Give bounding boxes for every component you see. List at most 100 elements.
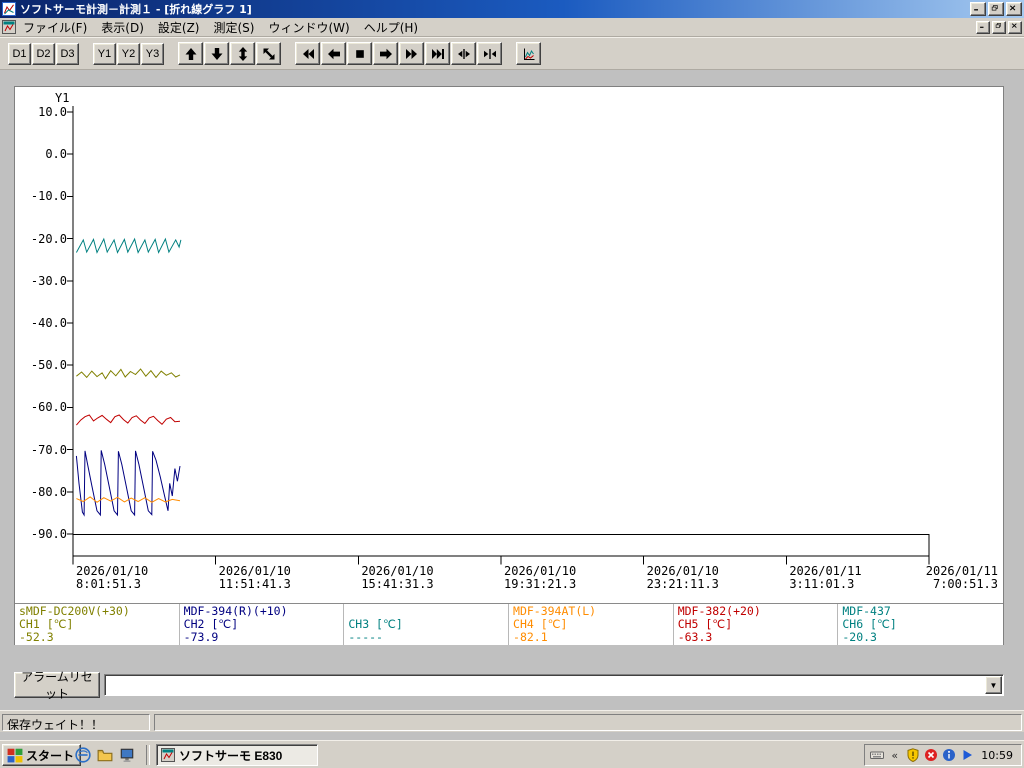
- restore-button[interactable]: [988, 2, 1004, 16]
- toolbar-d1-button[interactable]: D1: [8, 42, 31, 65]
- legend-channel-value: -----: [348, 630, 383, 644]
- alarm-reset-button[interactable]: アラームリセット: [14, 670, 100, 701]
- combo-dropdown-button[interactable]: ▼: [985, 676, 1002, 694]
- step-forward-icon: [379, 48, 392, 59]
- toolbar-step-forward-button[interactable]: [373, 42, 398, 65]
- x-tick-time: 11:51:41.3: [218, 577, 291, 591]
- rewind-icon: [302, 48, 314, 59]
- toolbar-y1-button[interactable]: Y1: [93, 42, 116, 65]
- time-range-bar[interactable]: [72, 534, 930, 557]
- legend-cell-ch2[interactable]: MDF-394(R)(+10) CH2 [℃] -73.9: [180, 604, 345, 645]
- toolbar-rewind-button[interactable]: [295, 42, 320, 65]
- start-button-label: スタート: [26, 748, 75, 763]
- start-button[interactable]: スタート: [2, 744, 82, 766]
- legend-channel-value: -82.1: [513, 630, 548, 644]
- toolbar-line-graph-button[interactable]: [516, 42, 541, 65]
- toolbar-arrow-updown-button[interactable]: [230, 42, 255, 65]
- y-tick-label: -90.0: [30, 527, 67, 541]
- toolbar-d3-button[interactable]: D3: [56, 42, 79, 65]
- legend-cell-ch5[interactable]: MDF-382(+20) CH5 [℃] -63.3: [674, 604, 839, 645]
- quicklaunch-monitor-button[interactable]: [118, 746, 136, 764]
- restore-icon: [995, 23, 1001, 28]
- tray-clock: 10:59: [981, 748, 1013, 762]
- toolbar: D1 D2 D3 Y1 Y2 Y3: [0, 37, 1024, 70]
- close-icon: [1009, 4, 1016, 11]
- toolbar-group-1: Y1 Y2 Y3: [93, 42, 165, 65]
- step-back-icon: [327, 48, 340, 59]
- expand-h-icon: [457, 48, 470, 59]
- y-tick-label: -30.0: [30, 273, 67, 288]
- minimize-button[interactable]: [970, 2, 986, 16]
- menu-file[interactable]: ファイル(F): [16, 18, 94, 37]
- y-tick-label: -80.0: [30, 484, 67, 499]
- legend-cell-ch1[interactable]: sMDF-DC200V(+30) CH1 [℃] -52.3: [15, 604, 180, 645]
- y-tick-label: 10.0: [38, 105, 67, 119]
- channel-legend: sMDF-DC200V(+30) CH1 [℃] -52.3 MDF-394(R)(+…: [15, 603, 1003, 645]
- toolbar-group-2: [178, 42, 282, 65]
- toolbar-arrow-diagonal-button[interactable]: [256, 42, 281, 65]
- menu-measure[interactable]: 測定(S): [206, 18, 261, 37]
- toolbar-stop-button[interactable]: [347, 42, 372, 65]
- series-ch5: [76, 414, 181, 426]
- flag-icon: [7, 748, 23, 763]
- legend-channel-value: -20.3: [842, 630, 877, 644]
- y-tick-label: -40.0: [30, 316, 67, 330]
- task-button-active[interactable]: ソフトサーモ E830: [156, 744, 318, 766]
- app-icon: [2, 2, 16, 16]
- toolbar-arrow-up-button[interactable]: [178, 42, 203, 65]
- windows-logo-icon: [7, 747, 23, 763]
- quicklaunch-folder-button[interactable]: [96, 746, 114, 764]
- toolbar-fast-forward-button[interactable]: [399, 42, 424, 65]
- alert-red-icon: [924, 749, 937, 761]
- menu-help[interactable]: ヘルプ(H): [357, 18, 425, 37]
- series-ch2: [75, 450, 181, 517]
- quicklaunch-ie-button[interactable]: [74, 746, 92, 764]
- toolbar-group-3: [295, 42, 503, 65]
- menu-items: ファイル(F) 表示(D) 設定(Z) 測定(S) ウィンドウ(W) ヘルプ(H): [16, 18, 425, 37]
- y-tick-label: -60.0: [30, 400, 67, 415]
- line-graph-icon: [523, 48, 534, 60]
- legend-cell-ch4[interactable]: MDF-394AT(L) CH4 [℃] -82.1: [509, 604, 674, 645]
- menu-window[interactable]: ウィンドウ(W): [261, 18, 356, 37]
- chart-area: Y1 10.0 0.0 -10.0 -20.0 -30.0 -40.0 -50.0 -60.0…: [15, 87, 1003, 603]
- y-tick-label: -70.0: [30, 442, 67, 457]
- toolbar-arrow-down-button[interactable]: [204, 42, 229, 65]
- x-tick-time: 23:21:11.3: [646, 577, 719, 591]
- taskbar: スタート ソフトサーモ E830 « 10:59: [0, 740, 1024, 768]
- child-restore-button[interactable]: [992, 20, 1006, 34]
- child-minimize-button[interactable]: [976, 20, 990, 34]
- x-tick-label: 2026/01/10 19:31:21.3: [504, 565, 576, 591]
- x-tick-label: 2026/01/11 7:00:51.3: [926, 565, 998, 591]
- child-close-button[interactable]: [1008, 20, 1022, 34]
- system-tray: « 10:59: [864, 744, 1022, 766]
- alarm-combo-box[interactable]: ▼: [104, 674, 1004, 696]
- toolbar-step-back-button[interactable]: [321, 42, 346, 65]
- toolbar-y3-button[interactable]: Y3: [141, 42, 164, 65]
- tray-alert-red-icon: [923, 748, 938, 763]
- legend-channel-value: -73.9: [183, 630, 219, 644]
- toolbar-group-0: D1 D2 D3: [8, 42, 80, 65]
- tray-chevron-button[interactable]: «: [887, 748, 902, 763]
- status-message: 保存ウェイト！！: [2, 714, 150, 731]
- menu-view[interactable]: 表示(D): [94, 18, 151, 37]
- menu-settings[interactable]: 設定(Z): [151, 18, 207, 37]
- x-tick-time: 3:11:01.3: [789, 577, 855, 591]
- toolbar-expand-h-button[interactable]: [451, 42, 476, 65]
- close-button[interactable]: [1006, 2, 1022, 16]
- window-title: ソフトサーモ計測－計測１ - [折れ線グラフ 1]: [20, 3, 252, 16]
- document-window-icon[interactable]: [2, 20, 16, 34]
- legend-cell-ch3[interactable]: CH3 [℃] -----: [344, 604, 510, 645]
- toolbar-collapse-h-button[interactable]: [477, 42, 502, 65]
- status-panel-empty: [154, 714, 1022, 731]
- shield-icon: [907, 748, 919, 762]
- folder-icon: [97, 749, 113, 762]
- tray-info-blue-icon: [941, 748, 956, 763]
- toolbar-y2-button[interactable]: Y2: [117, 42, 140, 65]
- series-ch6: [75, 237, 182, 254]
- status-bar: 保存ウェイト！！: [0, 710, 1024, 732]
- toolbar-skip-end-button[interactable]: [425, 42, 450, 65]
- toolbar-d2-button[interactable]: D2: [32, 42, 55, 65]
- legend-cell-ch6[interactable]: MDF-437 CH6 [℃] -20.3: [838, 604, 1003, 645]
- stop-icon: [355, 49, 364, 58]
- menu-bar: ファイル(F) 表示(D) 設定(Z) 測定(S) ウィンドウ(W) ヘルプ(H): [0, 18, 1024, 37]
